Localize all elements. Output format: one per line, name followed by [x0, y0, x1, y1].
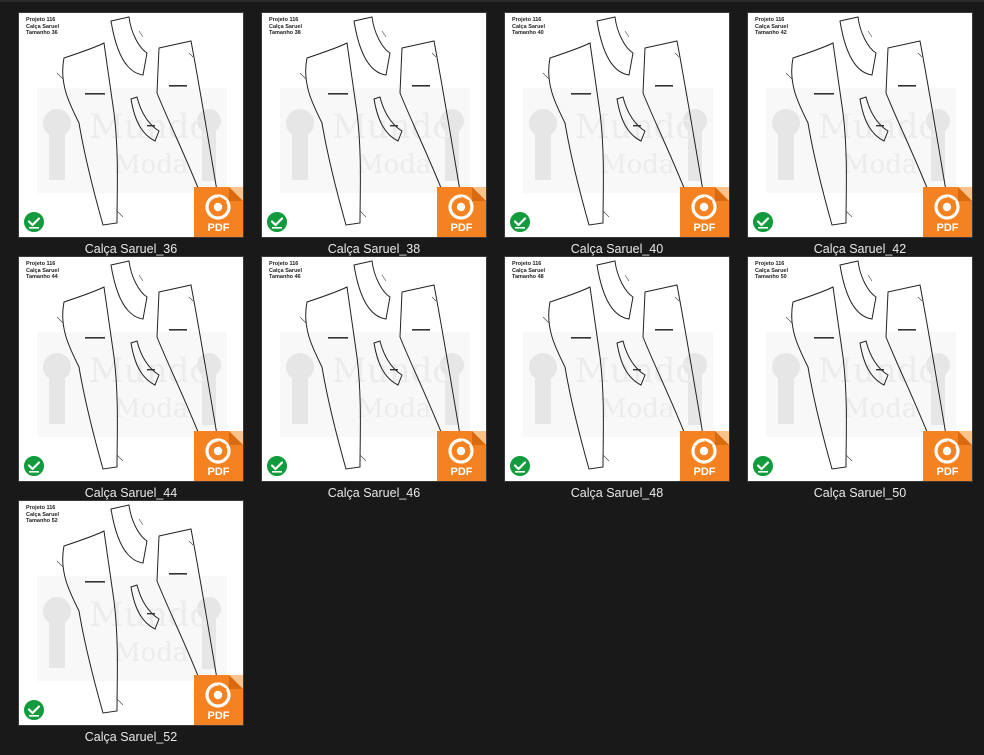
pdf-badge-label: PDF	[450, 466, 473, 478]
check-circle-icon	[23, 699, 45, 721]
file-thumbnail[interactable]: Mundo Moda Projeto 116 Calça Saruel Tama…	[261, 256, 487, 482]
thumbnail-header-text: Projeto 116 Calça Saruel Tamanho 52	[26, 505, 60, 524]
pdf-badge-label: PDF	[936, 466, 959, 478]
check-circle-icon	[266, 211, 288, 233]
file-name-label[interactable]: Calça Saruel_40	[505, 242, 729, 256]
pdf-badge-label: PDF	[207, 466, 230, 478]
file-name-label[interactable]: Calça Saruel_42	[748, 242, 972, 256]
check-circle-icon	[752, 455, 774, 477]
check-glyph	[756, 461, 770, 473]
svg-text:Moda: Moda	[357, 394, 431, 424]
check-glyph	[513, 461, 527, 473]
thumbnail-header-text: Projeto 116 Calça Saruel Tamanho 48	[512, 261, 546, 280]
thumbnail-header-text: Projeto 116 Calça Saruel Tamanho 50	[755, 261, 789, 280]
pdf-badge-label: PDF	[450, 222, 473, 234]
file-name-label[interactable]: Calça Saruel_48	[505, 486, 729, 500]
foxit-pdf-icon: PDF	[194, 187, 243, 237]
file-tile[interactable]: Mundo Moda Projeto 116 Calça Saruel Tama…	[18, 256, 262, 500]
svg-text:Moda: Moda	[357, 150, 431, 180]
file-name-label[interactable]: Calça Saruel_36	[19, 242, 243, 256]
file-thumbnail[interactable]: Mundo Moda Projeto 116 Calça Saruel Tama…	[18, 12, 244, 238]
svg-text:Mundo: Mundo	[89, 595, 210, 635]
svg-text:Mundo: Mundo	[332, 107, 453, 147]
foxit-pdf-icon: PDF	[194, 431, 243, 481]
svg-text:Moda: Moda	[114, 638, 188, 668]
file-thumbnail[interactable]: Mundo Moda Projeto 116 Calça Saruel Tama…	[18, 500, 244, 726]
foxit-pdf-icon: PDF	[680, 431, 729, 481]
check-circle-icon	[509, 211, 531, 233]
file-name-label[interactable]: Calça Saruel_44	[19, 486, 243, 500]
svg-text:Mundo: Mundo	[575, 351, 696, 391]
svg-text:Mundo: Mundo	[89, 107, 210, 147]
check-glyph	[27, 217, 41, 229]
pdf-badge-label: PDF	[207, 222, 230, 234]
file-thumbnail[interactable]: Mundo Moda Projeto 116 Calça Saruel Tama…	[747, 256, 973, 482]
thumbnail-header-text: Projeto 116 Calça Saruel Tamanho 38	[269, 17, 303, 36]
svg-text:Moda: Moda	[843, 150, 917, 180]
svg-text:Moda: Moda	[600, 394, 674, 424]
check-glyph	[513, 217, 527, 229]
foxit-pdf-icon: PDF	[923, 187, 972, 237]
file-thumbnail[interactable]: Mundo Moda Projeto 116 Calça Saruel Tama…	[261, 12, 487, 238]
foxit-pdf-icon: PDF	[923, 431, 972, 481]
check-circle-icon	[23, 455, 45, 477]
svg-text:Mundo: Mundo	[575, 107, 696, 147]
svg-text:Moda: Moda	[843, 394, 917, 424]
svg-text:Mundo: Mundo	[818, 107, 939, 147]
svg-text:Mundo: Mundo	[818, 351, 939, 391]
file-tile[interactable]: Mundo Moda Projeto 116 Calça Saruel Tama…	[504, 12, 748, 256]
check-circle-icon	[23, 211, 45, 233]
svg-text:Moda: Moda	[114, 150, 188, 180]
svg-text:Mundo: Mundo	[89, 351, 210, 391]
svg-text:Mundo: Mundo	[332, 351, 453, 391]
file-thumbnail[interactable]: Mundo Moda Projeto 116 Calça Saruel Tama…	[18, 256, 244, 482]
file-grid: Mundo Moda Projeto 116 Calça Saruel Tama…	[0, 0, 984, 755]
thumbnail-header-text: Projeto 116 Calça Saruel Tamanho 42	[755, 17, 789, 36]
foxit-pdf-icon: PDF	[437, 187, 486, 237]
file-name-label[interactable]: Calça Saruel_38	[262, 242, 486, 256]
check-glyph	[27, 461, 41, 473]
file-thumbnail[interactable]: Mundo Moda Projeto 116 Calça Saruel Tama…	[747, 12, 973, 238]
file-name-label[interactable]: Calça Saruel_50	[748, 486, 972, 500]
check-glyph	[270, 217, 284, 229]
check-glyph	[270, 461, 284, 473]
file-tile[interactable]: Mundo Moda Projeto 116 Calça Saruel Tama…	[747, 12, 984, 256]
file-tile[interactable]: Mundo Moda Projeto 116 Calça Saruel Tama…	[747, 256, 984, 500]
file-tile[interactable]: Mundo Moda Projeto 116 Calça Saruel Tama…	[18, 500, 262, 744]
file-tile[interactable]: Mundo Moda Projeto 116 Calça Saruel Tama…	[261, 12, 505, 256]
file-name-label[interactable]: Calça Saruel_46	[262, 486, 486, 500]
check-circle-icon	[752, 211, 774, 233]
check-circle-icon	[509, 455, 531, 477]
thumbnail-header-text: Projeto 116 Calça Saruel Tamanho 44	[26, 261, 60, 280]
file-thumbnail[interactable]: Mundo Moda Projeto 116 Calça Saruel Tama…	[504, 256, 730, 482]
file-tile[interactable]: Mundo Moda Projeto 116 Calça Saruel Tama…	[504, 256, 748, 500]
pdf-badge-label: PDF	[207, 710, 230, 722]
thumbnail-header-text: Projeto 116 Calça Saruel Tamanho 46	[269, 261, 303, 280]
foxit-pdf-icon: PDF	[680, 187, 729, 237]
file-name-label[interactable]: Calça Saruel_52	[19, 730, 243, 744]
svg-text:Moda: Moda	[600, 150, 674, 180]
file-tile[interactable]: Mundo Moda Projeto 116 Calça Saruel Tama…	[261, 256, 505, 500]
foxit-pdf-icon: PDF	[437, 431, 486, 481]
check-glyph	[756, 217, 770, 229]
thumbnail-header-text: Projeto 116 Calça Saruel Tamanho 36	[26, 17, 60, 36]
thumbnail-header-text: Projeto 116 Calça Saruel Tamanho 40	[512, 17, 546, 36]
pdf-badge-label: PDF	[693, 222, 716, 234]
file-tile[interactable]: Mundo Moda Projeto 116 Calça Saruel Tama…	[18, 12, 262, 256]
svg-text:Moda: Moda	[114, 394, 188, 424]
foxit-pdf-icon: PDF	[194, 675, 243, 725]
check-glyph	[27, 705, 41, 717]
check-circle-icon	[266, 455, 288, 477]
pdf-badge-label: PDF	[693, 466, 716, 478]
file-thumbnail[interactable]: Mundo Moda Projeto 116 Calça Saruel Tama…	[504, 12, 730, 238]
pdf-badge-label: PDF	[936, 222, 959, 234]
